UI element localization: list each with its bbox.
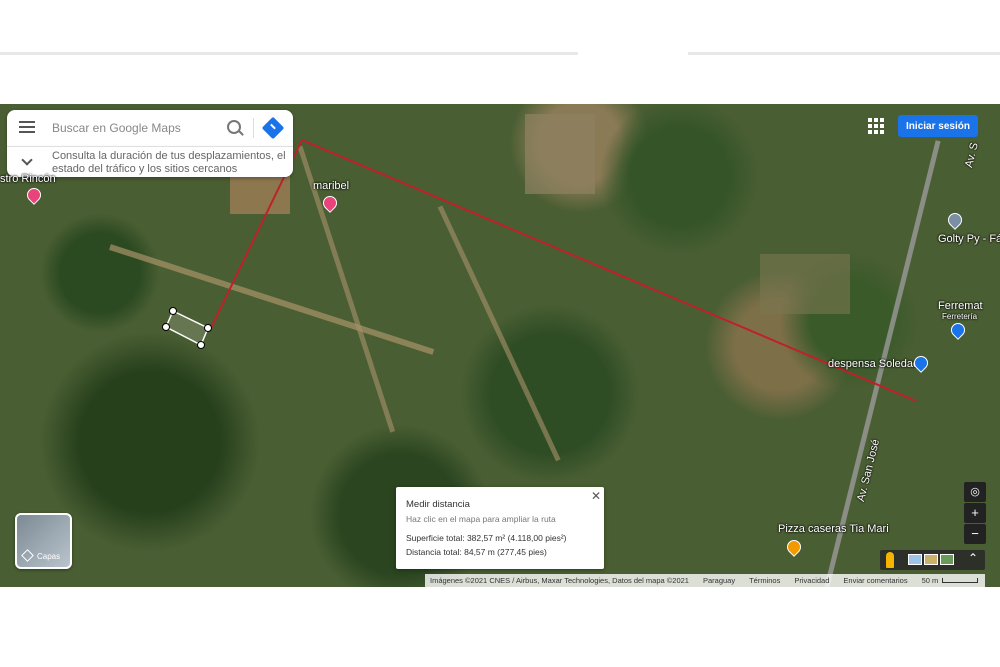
measure-point-handle[interactable] (197, 341, 205, 349)
place-label-maribel[interactable]: maribel (313, 180, 349, 192)
scale-label: 50 m (922, 576, 979, 585)
measure-title: Medir distancia (406, 499, 470, 510)
layers-button[interactable]: Capas (15, 513, 72, 569)
header-divider (688, 52, 1000, 55)
header-divider (0, 52, 578, 55)
map-thumbnail[interactable] (940, 554, 954, 565)
feedback-link[interactable]: Enviar comentarios (843, 576, 907, 585)
privacy-link[interactable]: Privacidad (794, 576, 829, 585)
pegman-icon[interactable] (886, 552, 894, 568)
search-hint-text: Consulta la duración de tus desplazamien… (52, 150, 286, 175)
page-footer (0, 587, 1000, 667)
map-thumbnail[interactable] (908, 554, 922, 565)
menu-icon[interactable] (19, 121, 35, 133)
signin-button[interactable]: Iniciar sesión (898, 115, 978, 137)
zoom-out-button[interactable]: − (964, 524, 986, 544)
chevron-down-icon[interactable] (21, 154, 33, 166)
close-icon[interactable]: ✕ (591, 489, 601, 503)
directions-icon[interactable] (261, 116, 285, 140)
search-input[interactable] (52, 110, 217, 146)
measure-subtitle: Haz clic en el mapa para ampliar la ruta (406, 514, 556, 524)
place-label-ferremat[interactable]: Ferremat (938, 300, 983, 312)
expand-icon[interactable]: ⌃ (968, 551, 978, 565)
zoom-in-button[interactable]: + (964, 503, 986, 523)
search-icon[interactable] (227, 120, 241, 134)
measure-area (165, 309, 209, 347)
place-label-golty[interactable]: Golty Py - Fáb (938, 233, 1000, 245)
map-thumbnail[interactable] (924, 554, 938, 565)
measure-distance-card: Medir distancia Haz clic en el mapa para… (396, 487, 604, 569)
page-header (0, 0, 1000, 104)
place-label[interactable]: stro Rincón (0, 173, 56, 185)
measure-point-handle[interactable] (204, 324, 212, 332)
layers-label: Capas (37, 552, 61, 561)
layers-icon (21, 549, 34, 562)
place-label-ferreteria: Ferretería (942, 312, 978, 321)
search-box (7, 110, 293, 146)
map-footer: Imágenes ©2021 CNES / Airbus, Maxar Tech… (425, 574, 985, 587)
place-label-despensa[interactable]: despensa Soledad (828, 358, 919, 370)
place-label-pizza[interactable]: Pizza caseras Tia Mari (778, 523, 889, 535)
terms-link[interactable]: Términos (749, 576, 780, 585)
measure-distance-total: Distancia total: 84,57 m (277,45 pies) (406, 547, 547, 557)
measure-point-handle[interactable] (162, 323, 170, 331)
measure-area-total: Superficie total: 382,57 m² (4.118,00 pi… (406, 533, 567, 543)
country-link[interactable]: Paraguay (703, 576, 735, 585)
search-divider (253, 118, 254, 138)
imagery-credit: Imágenes ©2021 CNES / Airbus, Maxar Tech… (430, 576, 689, 585)
measure-point-handle[interactable] (169, 307, 177, 315)
apps-grid-icon[interactable] (868, 118, 884, 134)
my-location-icon[interactable]: ◎ (964, 482, 986, 502)
